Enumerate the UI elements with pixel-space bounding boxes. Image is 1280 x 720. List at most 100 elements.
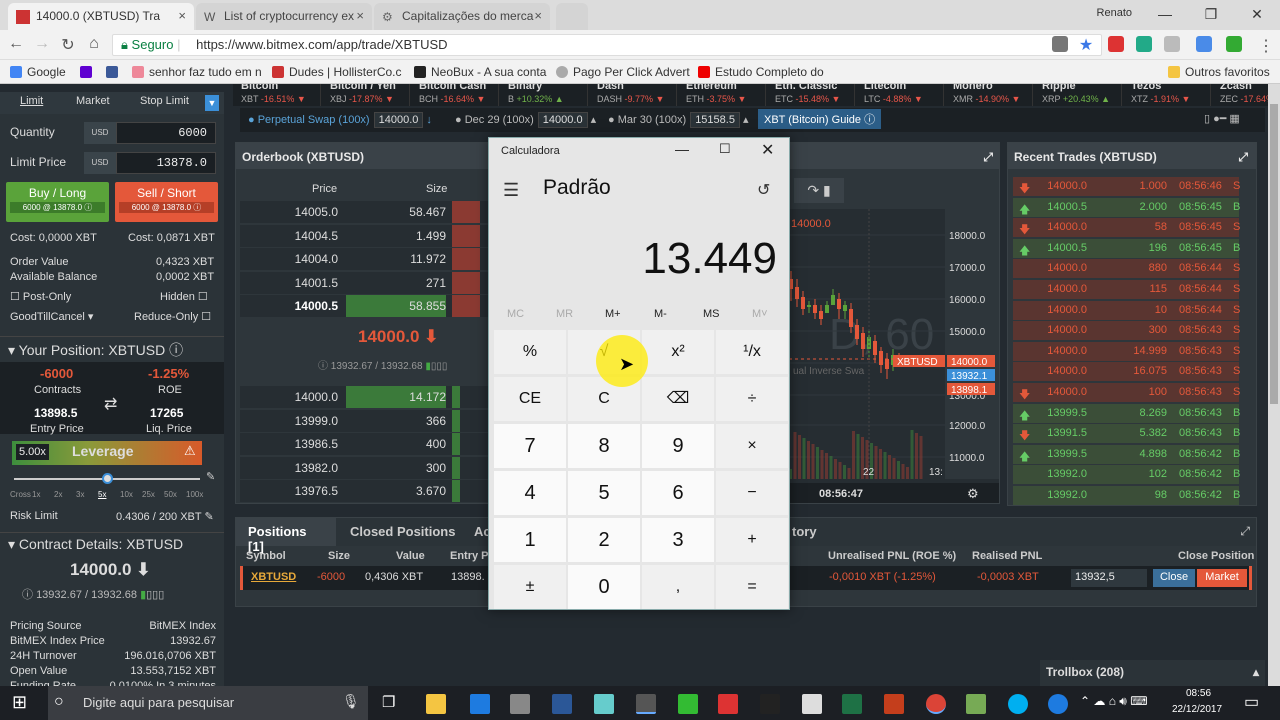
order-type-limit-tab[interactable]: Limit (20, 95, 43, 107)
hidden-checkbox[interactable]: Hidden ☐ (160, 290, 208, 303)
bookmark-youtube[interactable]: Estudo Completo do (698, 65, 824, 79)
memory-m--button[interactable]: M- (654, 308, 667, 320)
ticker-item[interactable]: Monero XMR -14.90% ▼ (945, 84, 1033, 106)
digit-8-button[interactable]: 8 (568, 424, 640, 468)
minimize-window-icon[interactable]: — (1142, 0, 1188, 30)
xbt-guide-button[interactable]: XBT (Bitcoin) Guide ⓘ (758, 109, 882, 129)
system-tray-icons[interactable]: ⌃ ☁ ⌂ 🔊︎ ⌨ (1080, 694, 1148, 709)
decimal-button[interactable]: , (642, 565, 714, 609)
tab-closed-positions[interactable]: Closed Positions (350, 524, 455, 539)
minimize-icon[interactable]: — (675, 141, 689, 157)
close-window-icon[interactable]: ✕ (1234, 0, 1280, 30)
help-icon[interactable] (1048, 694, 1068, 714)
leverage-tick[interactable]: 1x (32, 490, 40, 499)
bookmark-neobux[interactable]: NeoBux - A sua conta (414, 65, 546, 79)
subtract-button[interactable]: − (716, 471, 788, 515)
col-close-position[interactable]: Close Position (1178, 550, 1254, 562)
bookmark-hollister[interactable]: Dudes | HollisterCo.c (272, 65, 402, 79)
percent-button[interactable]: % (494, 330, 566, 374)
expand-icon[interactable]: ⤢ (1238, 150, 1248, 165)
your-position-header[interactable]: ▾ Your Position: XBTUSD ⓘ (0, 336, 224, 358)
bookmark-yahoo[interactable] (80, 65, 97, 79)
leverage-tick[interactable]: 10x (120, 490, 133, 499)
memory-mr-button[interactable]: MR (556, 308, 573, 320)
taskbar-search[interactable]: ○ Digite aqui para pesquisar 🎙︎ (48, 686, 368, 720)
multiply-button[interactable]: × (716, 424, 788, 468)
browser-tab-crypto-list[interactable]: W List of cryptocurrency ex × (196, 3, 372, 30)
theme-toggle[interactable]: ▯ ●━ ▦ (1204, 112, 1240, 125)
position-symbol[interactable]: XBTUSD (251, 571, 296, 583)
close-price-input[interactable]: 13932,5 (1071, 569, 1147, 587)
col-entry-price[interactable]: Entry Pr (450, 550, 493, 562)
divide-button[interactable]: ÷ (716, 377, 788, 421)
col-value[interactable]: Value (396, 550, 425, 562)
market-close-button[interactable]: Market (1197, 569, 1247, 587)
tab-order-history[interactable]: tory (792, 524, 817, 539)
col-unrealised-pnl[interactable]: Unrealised PNL (ROE %) (828, 550, 956, 562)
ticker-item[interactable]: Zcash ZEC -17.64% ▼ (1212, 84, 1268, 106)
notifications-icon[interactable]: ▭ (1244, 692, 1259, 712)
leverage-tick[interactable]: 50x (164, 490, 177, 499)
expand-icon[interactable]: ⤢ (983, 150, 993, 164)
app-icon[interactable] (678, 694, 698, 714)
col-realised-pnl[interactable]: Realised PNL (972, 550, 1042, 562)
ticker-item[interactable]: Eth. Classic ETC -15.48% ▼ (767, 84, 855, 106)
ticker-item[interactable]: Litecoin LTC -4.88% ▼ (856, 84, 944, 106)
limit-price-input[interactable]: 13878.0 (116, 152, 216, 174)
xm-icon[interactable] (760, 694, 780, 714)
extension-icon[interactable] (1226, 36, 1242, 52)
contract-mar30[interactable]: ● Mar 30 (100x) 15158.5 ▴ (608, 112, 749, 128)
trollbox-header[interactable]: Trollbox (208) ▴ (1040, 660, 1265, 686)
equals-button[interactable]: = (716, 565, 788, 609)
price-chart[interactable]: D, 6014000.018000.017000.016000.015000.0… (789, 209, 999, 503)
contract-perpetual[interactable]: ● Perpetual Swap (100x) 14000.0 ↓ (248, 112, 432, 128)
leverage-slider-handle[interactable] (102, 473, 113, 484)
digit-0-button[interactable]: 0 (568, 565, 640, 609)
translate-icon[interactable] (1052, 36, 1068, 52)
memory-mc-button[interactable]: MC (507, 308, 524, 320)
powerpoint-icon[interactable] (884, 694, 904, 714)
tab-positions[interactable]: Positions [1] (236, 518, 336, 554)
ticker-item[interactable]: Dash DASH -9.77% ▼ (589, 84, 677, 106)
bookmark-ppc[interactable]: Pago Per Click Advert (556, 65, 690, 79)
order-type-dropdown-icon[interactable]: ▼ (205, 95, 219, 111)
close-tab-icon[interactable]: × (178, 8, 186, 23)
memory-ms-button[interactable]: MS (703, 308, 720, 320)
forward-icon[interactable]: → (32, 35, 52, 53)
close-tab-icon[interactable]: × (534, 8, 542, 23)
col-size[interactable]: Size (328, 550, 350, 562)
bookmark-google[interactable]: Google (10, 65, 66, 79)
bar-chart-icon[interactable]: ▮ (823, 182, 831, 198)
other-bookmarks[interactable]: Outros favoritos (1168, 65, 1270, 79)
digit-7-button[interactable]: 7 (494, 424, 566, 468)
leverage-tick[interactable]: 5x (98, 490, 106, 499)
ticker-item[interactable]: Bitcoin Cash BCH -16.64% ▼ (411, 84, 499, 106)
hamburger-menu-icon[interactable]: ☰ (503, 180, 519, 201)
leverage-tick[interactable]: 100x (186, 490, 203, 499)
close-tab-icon[interactable]: × (356, 8, 364, 23)
extension-icon[interactable] (1164, 36, 1180, 52)
clear-entry-button[interactable]: CE (494, 377, 566, 421)
store-icon[interactable] (510, 694, 530, 714)
profile-name[interactable]: Renato (1097, 7, 1132, 19)
google-translate-extension-icon[interactable] (1196, 36, 1212, 52)
chrome-menu-icon[interactable]: ⋮ (1256, 36, 1276, 56)
close-button[interactable]: Close (1153, 569, 1195, 587)
browser-tab-bitmex[interactable]: 14000.0 (XBTUSD) Tra × (8, 3, 194, 30)
contract-details-header[interactable]: ▾ Contract Details: XBTUSD (0, 532, 224, 554)
ticker-item[interactable]: Bitcoin / Yen XBJ -17.87% ▼ (322, 84, 410, 106)
bookmark-star-icon[interactable]: ★ (1076, 35, 1096, 55)
page-scrollbar[interactable] (1268, 84, 1280, 686)
reduce-only-checkbox[interactable]: Reduce-Only ☐ (134, 310, 211, 323)
ticker-item[interactable]: Tezos XTZ -1.91% ▼ (1123, 84, 1211, 106)
ticker-item[interactable]: Binary B +10.32% ▲ (500, 84, 588, 106)
square-button[interactable]: x² (642, 330, 714, 374)
word-icon[interactable] (552, 694, 572, 714)
calculator-taskbar-icon[interactable] (636, 694, 656, 714)
app-icon[interactable] (966, 694, 986, 714)
digit-2-button[interactable]: 2 (568, 518, 640, 562)
edit-leverage-icon[interactable]: ✎ (206, 470, 215, 483)
collapse-icon[interactable]: ▴ (1253, 665, 1259, 679)
ticker-item[interactable]: Bitcoin XBT -16.51% ▼ (233, 84, 321, 106)
col-symbol[interactable]: Symbol (246, 550, 286, 562)
